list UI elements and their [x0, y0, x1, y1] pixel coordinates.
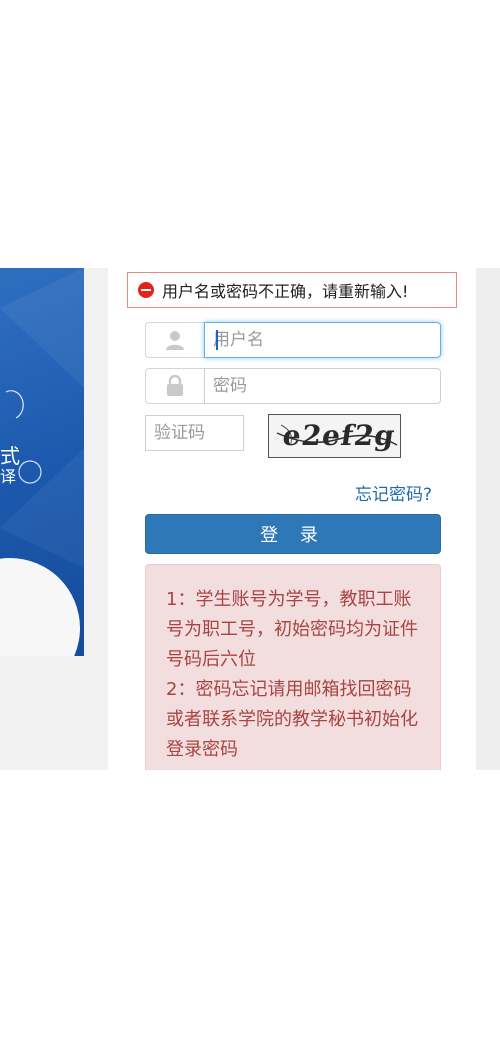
- password-addon: [145, 368, 204, 404]
- notice-box: 1：学生账号为学号，教职工账号为职工号，初始密码均为证件号码后六位 2：密码忘记…: [145, 564, 441, 770]
- password-group: [145, 368, 441, 404]
- captcha-text: e2ef2g: [280, 419, 398, 452]
- forgot-password-link[interactable]: 忘记密码?: [355, 480, 432, 505]
- text-caret: [216, 330, 218, 350]
- username-addon: [145, 322, 204, 358]
- captcha-input[interactable]: [145, 415, 244, 451]
- captcha-image[interactable]: e2ef2g: [268, 414, 401, 458]
- notice-line-1: 1：学生账号为学号，教职工账号为职工号，初始密码均为证件号码后六位: [166, 589, 418, 670]
- username-group: [145, 322, 441, 358]
- user-icon: [166, 331, 184, 350]
- minus-circle-icon: [138, 282, 154, 298]
- error-message: 用户名或密码不正确，请重新输入!: [162, 282, 409, 301]
- right-gutter: [476, 268, 500, 770]
- notice-line-2: 2：密码忘记请用邮箱找回密码或者联系学院的教学秘书初始化登录密码: [166, 679, 418, 760]
- hero-banner: 式 译: [0, 268, 84, 656]
- error-alert: 用户名或密码不正确，请重新输入!: [127, 272, 457, 308]
- password-input[interactable]: [204, 368, 441, 404]
- login-button[interactable]: 登 录: [145, 514, 441, 554]
- lock-icon: [167, 375, 183, 396]
- hero-text-line2: 译: [0, 467, 17, 486]
- username-input[interactable]: [204, 322, 441, 358]
